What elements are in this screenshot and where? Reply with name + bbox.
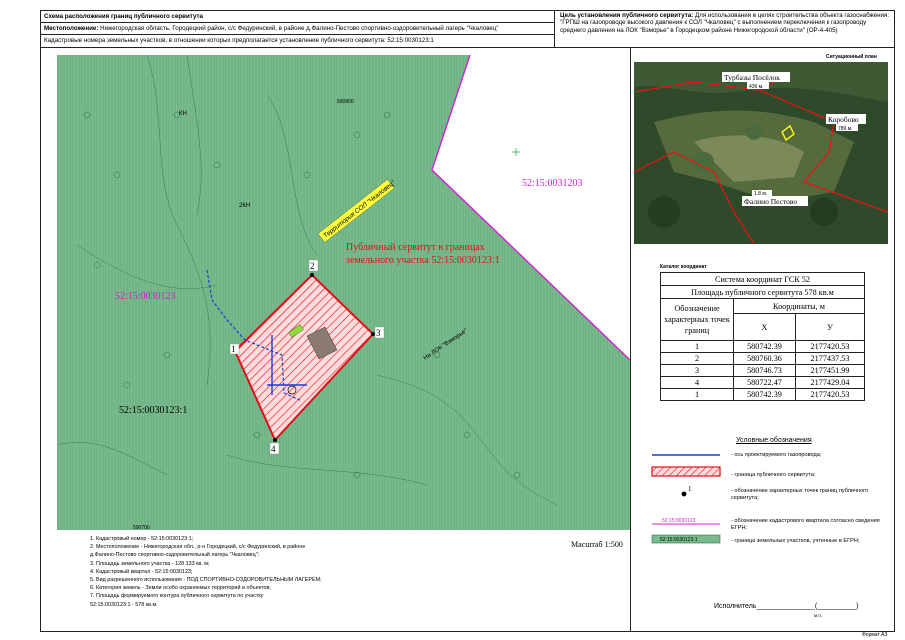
col-y: У [794, 313, 866, 341]
col-x: Х [733, 313, 796, 341]
location-label: Местоположение: [44, 25, 99, 32]
header-bottom-line [40, 47, 895, 48]
legend-point-symbol [681, 491, 687, 497]
legend-item-gas: - ось проектируемого газопровода; [731, 452, 822, 458]
note-line: 2. Местоположение - Нижегородская обл., … [90, 544, 306, 551]
sheet-title: Схема расположения границ публичного сер… [41, 11, 554, 23]
legend-item-points: - обозначение характерных точек границ п… [731, 488, 869, 501]
executor-label: Исполнитель [714, 603, 757, 610]
legend-item-parcels: - граница земельных участков, учтенные в… [731, 538, 860, 544]
kn2-label: 2КН [239, 203, 250, 209]
scale-label: Масштаб 1:500 [571, 540, 623, 549]
turbaza-dist: 436 м. [749, 84, 764, 90]
executor-line: _______________(__________) [756, 603, 859, 610]
parcel-label-bottom: 52:15:0030123:1 [119, 405, 187, 416]
note-line: д.Фалино-Пестово спортивно-оздоровительн… [90, 552, 260, 559]
notes-block: 1. Кадастровый номер - 52:15:0030123:1; … [90, 535, 322, 609]
grid-label-top: 590800 [337, 99, 354, 105]
right-panel-divider [630, 47, 631, 632]
coordinate-table: Система координат ГСК 52 Площадь публичн… [660, 272, 866, 401]
legend-servitude-symbol [651, 466, 721, 477]
legend-item-servitude: - граница публичного сервитута; [731, 472, 816, 478]
catalog-system: Система координат ГСК 52 [660, 272, 865, 286]
situational-svg: Турбазы Посёлок 436 м. Коробово 789 м. 1… [634, 62, 888, 244]
situational-caption: Ситуационный план [826, 54, 877, 60]
korobovo-dist: 789 м. [838, 126, 853, 132]
table-row: 3 580746.73 2177451.99 [660, 364, 866, 377]
catalog-area: Площадь публичного сервитута 578 кв.м [660, 285, 865, 299]
legend-quarter-label: 52:15:0030123 [662, 518, 696, 524]
legend-item-quarter: - обозначение кадастрового квартала согл… [731, 518, 880, 531]
boundary-point-3 [371, 332, 375, 336]
purpose-label: Цель установления публичного сервитута: [560, 12, 694, 19]
boundary-point-4 [273, 438, 277, 442]
legend-parcel-label: 52:15:0030123:1 [660, 537, 698, 543]
col-coords: Координаты, м [733, 298, 865, 314]
boundary-point-2 [310, 273, 314, 277]
header-divider [554, 10, 555, 47]
legend-point-label: 1 [688, 485, 692, 493]
format-label: Формат А3 [862, 632, 888, 638]
table-row: 1 580742.39 2177420.53 [660, 340, 866, 353]
main-map: 1 2 3 4 52:15:0030123 52:15:0030123:1 52… [57, 55, 630, 530]
table-row: 1 580742.39 2177420.53 [660, 388, 866, 401]
location-value: Нижегородская область, Городецкий район,… [100, 25, 499, 32]
situational-map: Турбазы Посёлок 436 м. Коробово 789 м. 1… [634, 62, 888, 244]
legend-symbols: 1 52:15:0030123 52:15:0030123:1 [651, 454, 721, 544]
table-row: 4 580722.47 2177429.04 [660, 376, 866, 389]
note-line: 4. Кадастровый квартал - 52:15:0030123; [90, 568, 193, 575]
parcel-label-left: 52:15:0030123 [115, 291, 176, 302]
catalog-caption: Каталог координат [660, 264, 707, 270]
note-line: 5. Вид разрешенного использования - ПОД … [90, 577, 322, 584]
legend-title: Условные обозначения [736, 437, 812, 444]
point-label-4: 4 [271, 444, 276, 454]
cadastral-value: 52:15:0030123:1 [387, 37, 434, 44]
point-label-1: 1 [231, 344, 236, 354]
falino-label: Фалино Пестово [744, 197, 797, 206]
kn-label: КН [179, 111, 187, 117]
map-svg: 1 2 3 4 52:15:0030123 52:15:0030123:1 52… [57, 55, 630, 530]
note-line: 6. Категория земель - Земли особо охраня… [90, 585, 271, 592]
note-line: 3. Площадь земельного участка - 128 133 … [90, 560, 210, 567]
grid-label-bottom: 590700 [133, 525, 150, 530]
point-label-3: 3 [376, 328, 381, 338]
servitude-label-1: Публичный сервитут в границах [346, 242, 485, 253]
purpose-block: Цель установления публичного сервитута: … [556, 11, 894, 47]
table-row: 2 580760.36 2177437.53 [660, 352, 866, 365]
col-designation: Обозначение характерных точек границ [660, 298, 734, 341]
note-line: 7. Площадь формируемого контура публично… [90, 593, 264, 600]
servitude-label-2: земельного участка 52:15:0030123:1 [346, 255, 500, 266]
turbaza-label: Турбазы Посёлок [724, 73, 780, 82]
note-line: 52:15:0030123:1 - 578 кв.м. [90, 601, 158, 608]
parcel-label-right: 52:15:0031203 [522, 178, 583, 189]
location-row: Местоположение: Нижегородская область, Г… [41, 23, 554, 35]
point-label-2: 2 [310, 261, 315, 271]
cadastral-label: Кадастровые номера земельных участков, в… [44, 37, 386, 44]
executor-row: Исполнитель_______________(__________) [714, 603, 858, 610]
korobovo-label: Коробово [828, 115, 859, 124]
cadastral-row: Кадастровые номера земельных участков, в… [41, 35, 554, 47]
stamp-mark: м.п. [814, 613, 823, 618]
note-line: 1. Кадастровый номер - 52:15:0030123:1; [90, 536, 194, 542]
